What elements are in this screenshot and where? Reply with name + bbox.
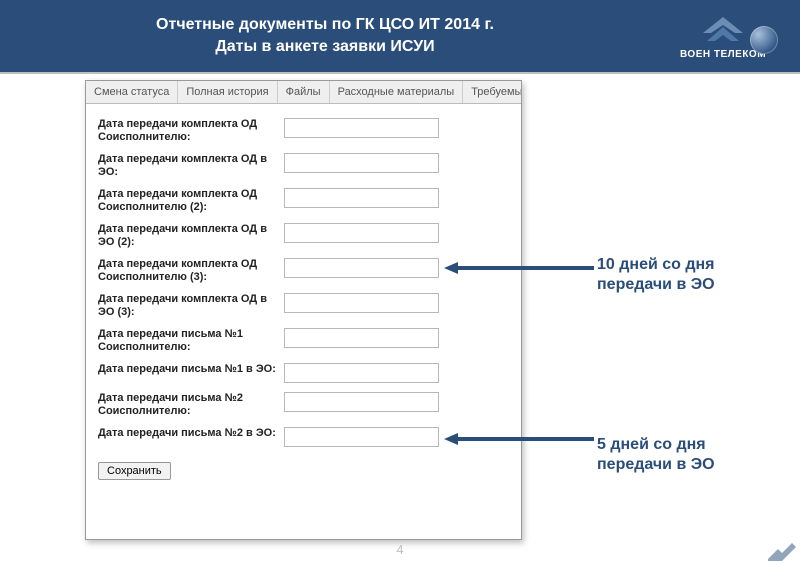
date-input-10[interactable] [284,427,439,447]
form-row: Дата передачи комплекта ОД в ЭО (2): [98,223,509,249]
tab-files[interactable]: Файлы [278,81,330,103]
form-row: Дата передачи комплекта ОД Соисполнителю… [98,188,509,214]
form-row: Дата передачи письма №2 в ЭО: [98,427,509,447]
date-input-3[interactable] [284,188,439,208]
field-label: Дата передачи комплекта ОД Соисполнителю… [98,118,284,144]
title-line-2: Даты в анкете заявки ИСУИ [215,38,434,55]
brand-text: ВОЕН ТЕЛЕКОМ [680,49,766,60]
slide: Отчетные документы по ГК ЦСО ИТ 2014 г. … [0,0,800,565]
field-label: Дата передачи комплекта ОД в ЭО: [98,153,284,179]
corner-decor-icon [768,541,796,561]
annotation-2: 5 дней со дня передачи в ЭО [597,435,777,475]
slide-title: Отчетные документы по ГК ЦСО ИТ 2014 г. … [0,14,650,58]
form-row: Дата передачи комплекта ОД в ЭО: [98,153,509,179]
field-label: Дата передачи комплекта ОД в ЭО (3): [98,293,284,319]
slide-header: Отчетные документы по ГК ЦСО ИТ 2014 г. … [0,0,800,72]
form-row: Дата передачи письма №2 Соисполнителю: [98,392,509,418]
tab-history[interactable]: Полная история [178,81,277,103]
field-label: Дата передачи комплекта ОД в ЭО (2): [98,223,284,249]
tab-status[interactable]: Смена статуса [86,81,178,103]
date-input-5[interactable] [284,258,439,278]
field-label: Дата передачи письма №2 в ЭО: [98,427,284,440]
date-input-1[interactable] [284,118,439,138]
form-row: Дата передачи комплекта ОД Соисполнителю… [98,118,509,144]
date-input-8[interactable] [284,363,439,383]
date-input-6[interactable] [284,293,439,313]
date-input-7[interactable] [284,328,439,348]
logo-arrow-icon [699,13,747,47]
page-number: 4 [0,542,800,557]
form-row: Дата передачи комплекта ОД в ЭО (3): [98,293,509,319]
brand-logo: ВОЕН ТЕЛЕКОМ [658,6,788,66]
form-panel: Смена статуса Полная история Файлы Расхо… [85,80,522,540]
globe-icon [750,26,778,54]
form-row: Дата передачи письма №1 в ЭО: [98,363,509,383]
form-body: Дата передачи комплекта ОД Соисполнителю… [86,104,521,488]
date-input-9[interactable] [284,392,439,412]
field-label: Дата передачи комплекта ОД Соисполнителю… [98,188,284,214]
tab-materials[interactable]: Расходные материалы [330,81,464,103]
annotation-1: 10 дней со дня передачи в ЭО [597,255,777,295]
field-label: Дата передачи письма №2 Соисполнителю: [98,392,284,418]
field-label: Дата передачи письма №1 Соисполнителю: [98,328,284,354]
field-label: Дата передачи письма №1 в ЭО: [98,363,284,376]
date-input-2[interactable] [284,153,439,173]
tab-bar: Смена статуса Полная история Файлы Расхо… [86,81,521,104]
tab-required[interactable]: Требуемые мат [463,81,522,103]
title-line-1: Отчетные документы по ГК ЦСО ИТ 2014 г. [156,16,494,33]
form-row: Дата передачи комплекта ОД Соисполнителю… [98,258,509,284]
field-label: Дата передачи комплекта ОД Соисполнителю… [98,258,284,284]
save-button[interactable]: Сохранить [98,462,171,480]
form-row: Дата передачи письма №1 Соисполнителю: [98,328,509,354]
date-input-4[interactable] [284,223,439,243]
